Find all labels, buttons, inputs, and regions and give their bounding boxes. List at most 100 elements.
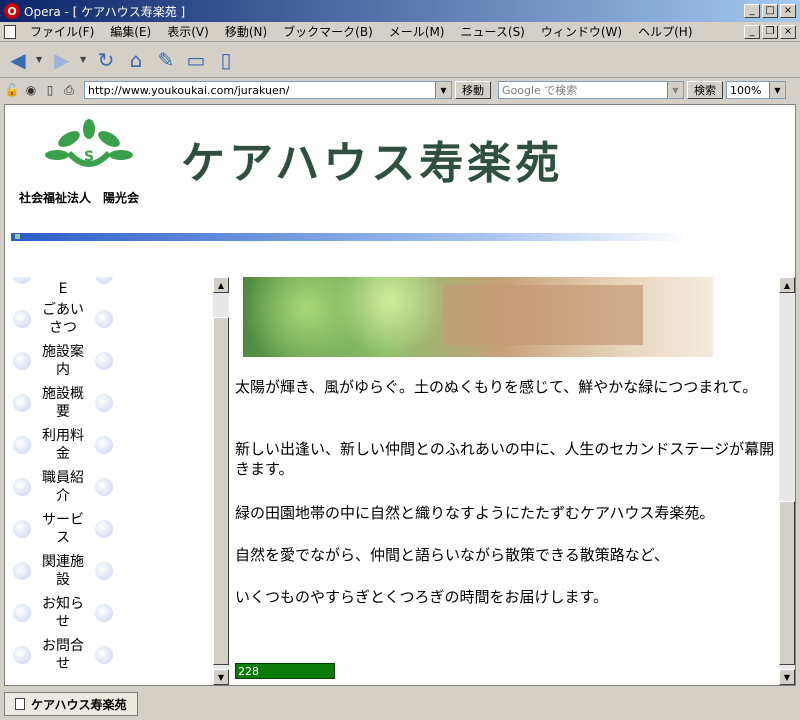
menu-navigate[interactable]: 移動(N) (217, 23, 275, 40)
mdi-close-button[interactable]: × (780, 24, 796, 39)
web-page: S 社会福祉法人 陽光会 ケアハウス寿楽苑 E ごあいさつ 施設案内 施設概要 (4, 104, 796, 686)
nav-item-staff[interactable]: 職員紹介 (13, 467, 113, 507)
header-divider (11, 233, 691, 241)
nav-label: 関連施設 (42, 554, 84, 588)
nav-label: 施設案内 (42, 344, 84, 378)
bullet-icon (95, 394, 113, 412)
print-preview-icon[interactable]: ⎙ (61, 82, 77, 98)
nav-item-facility-guide[interactable]: 施設案内 (13, 341, 113, 381)
bullet-icon (13, 562, 31, 580)
menu-bookmarks[interactable]: ブックマーク(B) (275, 23, 381, 40)
counter-value: 228 (236, 664, 334, 678)
bullet-icon (95, 520, 113, 538)
minimize-button[interactable]: _ (744, 4, 760, 18)
intro-paragraph: 新しい出逢い、新しい仲間とのふれあいの中に、人生のセカンドステージが幕開きます。 (235, 440, 775, 478)
search-button[interactable]: 検索 (687, 81, 723, 99)
window-title-bar[interactable]: O Opera - [ ケアハウス寿楽苑 ] _ □ × (0, 0, 800, 22)
nav-scrollbar[interactable]: ▲ ▼ (213, 277, 229, 685)
bullet-icon (95, 277, 113, 284)
building-graphic (443, 285, 643, 345)
bullet-icon (95, 352, 113, 370)
page-tab-bar: ケアハウス寿楽苑 (0, 688, 800, 720)
maximize-button[interactable]: □ (762, 4, 778, 18)
nav-item-related[interactable]: 関連施設 (13, 551, 113, 591)
nav-scroll-up-icon[interactable]: ▲ (213, 277, 229, 293)
window-title: Opera - [ ケアハウス寿楽苑 ] (24, 4, 186, 19)
menu-edit[interactable]: 編集(E) (102, 23, 159, 40)
nav-label: サービス (42, 512, 84, 546)
nav-label: E (58, 281, 68, 297)
mdi-restore-button[interactable]: ❐ (762, 24, 778, 39)
menu-news[interactable]: ニュース(S) (452, 23, 532, 40)
page-tab-icon (15, 698, 25, 710)
search-placeholder: Google で検索 (502, 84, 578, 97)
bullet-icon (13, 436, 31, 454)
nav-label: 利用料金 (42, 428, 84, 462)
menu-file[interactable]: ファイル(F) (22, 23, 102, 40)
menu-mail[interactable]: メール(M) (381, 23, 453, 40)
bullet-icon (13, 478, 31, 496)
url-input[interactable]: http://www.youkoukai.com/jurakuen/ ▼ (84, 81, 452, 99)
menu-view[interactable]: 表示(V) (159, 23, 217, 40)
menu-window[interactable]: ウィンドウ(W) (533, 23, 630, 40)
nav-scroll-thumb[interactable] (213, 317, 229, 665)
url-dropdown-icon[interactable]: ▼ (435, 82, 451, 98)
intro-paragraph: いくつものやすらぎとくつろぎの時間をお届けします。 (235, 588, 609, 606)
site-header: S 社会福祉法人 陽光会 ケアハウス寿楽苑 (5, 105, 795, 277)
main-scrollbar[interactable]: ▲ ▼ (779, 277, 795, 685)
nav-item-contact[interactable]: お問合せ (13, 635, 113, 675)
hotlist-icon[interactable]: ✎ (154, 48, 178, 72)
page-icon[interactable]: ▯ (42, 82, 58, 98)
nav-item-greeting[interactable]: ごあいさつ (13, 299, 113, 339)
bullet-icon (95, 646, 113, 664)
nav-item-fees[interactable]: 利用料金 (13, 425, 113, 465)
search-input[interactable]: Google で検索 ▼ (498, 81, 684, 99)
leaves-graphic (243, 277, 453, 357)
close-button[interactable]: × (780, 4, 796, 18)
nav-label: お知らせ (42, 596, 84, 630)
new-page-icon[interactable]: ▯ (214, 48, 238, 72)
access-counter: 228 (235, 663, 335, 679)
navigation-toolbar: ◀ ▼ ▶ ▼ ↻ ⌂ ✎ ▭ ▯ (0, 42, 800, 78)
nav-item-facility-overview[interactable]: 施設概要 (13, 383, 113, 423)
opera-icon: O (4, 3, 20, 19)
bullet-icon (95, 562, 113, 580)
intro-paragraph: 緑の田園地帯の中に自然と織りなすようにたたずむケアハウス寿楽苑。 (235, 504, 715, 522)
search-dropdown-icon[interactable]: ▼ (667, 82, 683, 98)
main-scroll-up-icon[interactable]: ▲ (779, 277, 795, 293)
page-tab-label: ケアハウス寿楽苑 (31, 697, 127, 712)
lock-icon[interactable]: 🔓 (4, 82, 20, 98)
nav-label: ごあいさつ (42, 302, 84, 336)
sidebar-nav: E ごあいさつ 施設案内 施設概要 利用料金 職員紹介 サービス 関連施設 お知… (5, 277, 213, 685)
back-icon[interactable]: ◀ (6, 48, 30, 72)
bullet-icon (13, 310, 31, 328)
print-icon[interactable]: ▭ (184, 48, 208, 72)
nav-item-home[interactable]: E (13, 277, 113, 297)
reload-icon[interactable]: ↻ (94, 48, 118, 72)
intro-paragraph: 自然を愛でながら、仲間と語らいながら散策できる散策路など、 (235, 546, 669, 564)
mdi-minimize-button[interactable]: _ (744, 24, 760, 39)
go-button[interactable]: 移動 (455, 81, 491, 99)
nav-item-services[interactable]: サービス (13, 509, 113, 549)
menu-help[interactable]: ヘルプ(H) (630, 23, 700, 40)
svg-text:S: S (84, 149, 94, 165)
menu-bar: ファイル(F) 編集(E) 表示(V) 移動(N) ブックマーク(B) メール(… (0, 22, 800, 42)
main-scroll-thumb[interactable] (779, 501, 795, 665)
page-tab[interactable]: ケアハウス寿楽苑 (4, 692, 138, 716)
home-icon[interactable]: ⌂ (124, 48, 148, 72)
zoom-select[interactable]: 100% ▼ (726, 81, 786, 99)
nav-scroll-down-icon[interactable]: ▼ (213, 669, 229, 685)
main-scroll-down-icon[interactable]: ▼ (779, 669, 795, 685)
main-content: 太陽が輝き、風がゆらぐ。土のぬくもりを感じて、鮮やかな緑につつまれて。 新しい出… (229, 277, 779, 685)
bullet-icon (13, 646, 31, 664)
nav-label: 施設概要 (42, 386, 84, 420)
cookie-icon[interactable]: ◉ (23, 82, 39, 98)
back-dropdown-icon[interactable]: ▼ (36, 55, 44, 64)
forward-dropdown-icon[interactable]: ▼ (80, 55, 88, 64)
bullet-icon (95, 478, 113, 496)
forward-icon[interactable]: ▶ (50, 48, 74, 72)
bullet-icon (95, 310, 113, 328)
nav-item-news[interactable]: お知らせ (13, 593, 113, 633)
zoom-dropdown-icon[interactable]: ▼ (769, 82, 785, 98)
zoom-value: 100% (730, 83, 762, 97)
